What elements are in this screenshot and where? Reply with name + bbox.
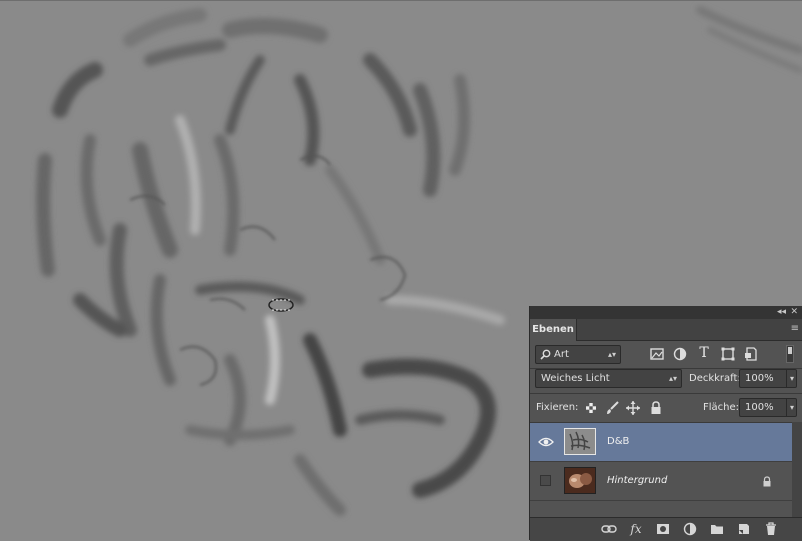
fx-icon[interactable]: fx <box>628 521 644 537</box>
blend-mode-dropdown[interactable]: Weiches Licht ▴▾ <box>535 369 682 388</box>
chevron-down-icon[interactable]: ▾ <box>785 370 794 387</box>
layer-thumbnail <box>564 467 596 494</box>
opacity-field[interactable]: 100% ▾ <box>739 369 797 388</box>
opacity-value: 100% <box>745 373 774 384</box>
folder-icon[interactable] <box>709 521 725 537</box>
visibility-toggle-off[interactable] <box>540 475 551 486</box>
close-panel-icon[interactable]: ✕ <box>790 306 798 319</box>
lock-transparent-pixels-icon[interactable] <box>583 400 599 416</box>
opacity-label: Deckkraft: <box>689 373 741 384</box>
trash-icon[interactable] <box>763 521 779 537</box>
lock-position-icon[interactable] <box>625 400 641 416</box>
image-filter-icon[interactable] <box>649 346 665 362</box>
layers-panel: ◂◂ ✕ Ebenen ≡ Art ▴▾ T Weiches Licht ▴▾ … <box>529 306 802 541</box>
fill-label: Fläche: <box>703 402 740 413</box>
chevron-updown-icon: ▴▾ <box>607 350 616 359</box>
new-layer-icon[interactable] <box>736 521 752 537</box>
layer-thumbnail <box>564 428 596 455</box>
tab-ebenen[interactable]: Ebenen <box>530 319 577 341</box>
layer-row[interactable]: D&B <box>530 423 792 462</box>
layer-name[interactable]: D&B <box>607 423 629 461</box>
layers-scrollbar[interactable] <box>792 422 802 518</box>
filter-row: Art ▴▾ T <box>530 340 802 368</box>
eye-icon[interactable] <box>538 435 554 449</box>
divider <box>530 393 802 394</box>
panel-footer: fx <box>530 517 802 541</box>
type-filter-icon[interactable]: T <box>696 345 712 361</box>
blend-mode-value: Weiches Licht <box>541 373 610 384</box>
lock-image-pixels-icon[interactable] <box>604 400 620 416</box>
lock-all-icon[interactable] <box>648 400 664 416</box>
panel-tab-row: Ebenen ≡ <box>530 319 802 341</box>
shape-filter-icon[interactable] <box>720 346 736 362</box>
filter-kind-dropdown[interactable]: Art ▴▾ <box>535 345 621 364</box>
layer-name[interactable]: Hintergrund <box>607 462 667 500</box>
mask-icon[interactable] <box>655 521 671 537</box>
fill-field[interactable]: 100% ▾ <box>739 398 797 417</box>
lock-label: Fixieren: <box>536 402 579 413</box>
chevron-updown-icon: ▴▾ <box>668 374 677 383</box>
layer-row[interactable]: Hintergrund <box>530 462 792 501</box>
collapse-panel-icon[interactable]: ◂◂ <box>777 306 786 319</box>
filter-kind-value: Art <box>554 349 569 360</box>
panel-title-strip: ◂◂ ✕ <box>530 306 802 320</box>
smart-object-filter-icon[interactable] <box>743 346 759 362</box>
panel-menu-icon[interactable]: ≡ <box>791 323 799 335</box>
lock-row: Fixieren: Fläche: 100% ▾ <box>530 397 802 423</box>
filter-toggle-knob <box>788 347 792 354</box>
lock-icon <box>763 476 771 487</box>
canvas-top-border <box>0 0 802 1</box>
sketch-thumbnail-icon <box>569 431 591 451</box>
photo-thumbnail-icon <box>565 468 595 493</box>
search-icon <box>540 349 551 360</box>
filter-toggle-switch[interactable] <box>786 345 794 363</box>
fill-value: 100% <box>745 402 774 413</box>
adjustment-filter-icon[interactable] <box>672 346 688 362</box>
link-icon[interactable] <box>601 521 617 537</box>
chevron-down-icon[interactable]: ▾ <box>785 399 794 416</box>
adjustment-layer-icon[interactable] <box>682 521 698 537</box>
